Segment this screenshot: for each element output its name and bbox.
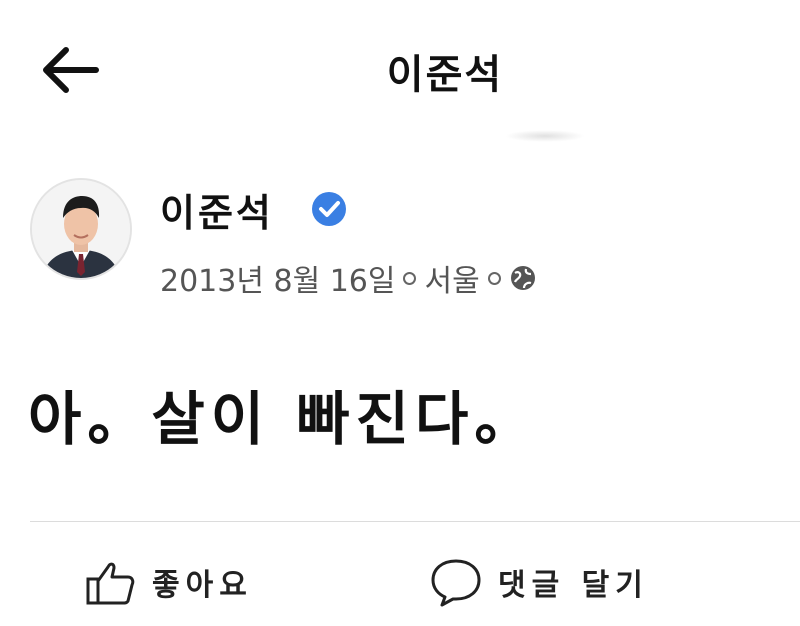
like-label: 좋아요 <box>152 568 253 603</box>
post-location[interactable]: 서울 <box>424 256 479 300</box>
like-button[interactable]: 좋아요 <box>84 552 253 612</box>
post-meta: 2013년 8월 16일 서울 <box>160 256 537 300</box>
top-bar: 이준석 <box>0 0 800 142</box>
thumbs-up-icon <box>86 562 135 605</box>
page-title: 이준석 <box>386 52 504 98</box>
separator-dot <box>487 271 501 285</box>
verified-badge-icon <box>312 192 346 226</box>
comment-label: 댓글 달기 <box>498 568 649 603</box>
comment-button[interactable]: 댓글 달기 <box>428 552 649 612</box>
separator-dot <box>403 271 417 285</box>
post-content: 아。살이 빠진다。 <box>28 385 539 453</box>
avatar[interactable] <box>30 178 132 280</box>
author-name[interactable]: 이준석 <box>160 182 274 237</box>
globe-icon <box>510 266 535 290</box>
header-shadow <box>505 130 585 142</box>
profile-photo <box>32 180 130 278</box>
post-date[interactable]: 2013년 8월 16일 <box>160 256 395 300</box>
divider <box>30 521 800 522</box>
comment-bubble-icon <box>431 559 481 607</box>
